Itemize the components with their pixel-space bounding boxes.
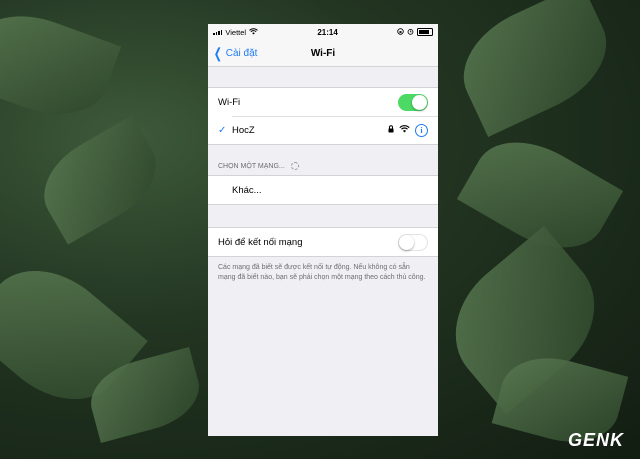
loading-spinner-icon [290, 162, 299, 170]
connected-network-row[interactable]: ✓ HocZ i [208, 116, 438, 144]
rotation-lock-icon [397, 27, 404, 37]
ask-to-join-label: Hỏi để kết nối mạng [218, 236, 303, 248]
wifi-signal-icon [399, 124, 410, 136]
carrier-label: Viettel [225, 27, 247, 37]
wifi-toggle-row: Wi-Fi [208, 88, 438, 116]
status-bar: Viettel 21:14 [208, 24, 438, 40]
network-name: HocZ [232, 124, 255, 136]
ask-to-join-toggle[interactable] [398, 233, 428, 251]
page-title: Wi-Fi [310, 47, 336, 59]
alarm-icon [407, 28, 414, 37]
ask-to-join-row: Hỏi để kết nối mạng [208, 228, 438, 256]
back-button[interactable]: ❮ Cài đặt [212, 40, 258, 66]
watermark-logo: GENK [567, 430, 624, 450]
ask-to-join-group: Hỏi để kết nối mạng [208, 227, 438, 257]
phone-screen: Viettel 21:14 ❮ Cài đặt Wi-Fi Wi-Fi ✓ Ho… [208, 24, 438, 436]
choose-network-header: CHỌN MỘT MẠNG... [208, 145, 438, 175]
other-network-row[interactable]: Khác... [208, 176, 438, 204]
wifi-group: Wi-Fi ✓ HocZ i [208, 87, 438, 145]
navigation-bar: ❮ Cài đặt Wi-Fi [208, 40, 438, 67]
signal-icon [213, 29, 223, 35]
checkmark-icon: ✓ [218, 124, 227, 136]
choose-network-label: CHỌN MỘT MẠNG... [218, 163, 285, 170]
other-network-group: Khác... [208, 175, 438, 205]
lock-icon [388, 124, 394, 136]
wifi-status-icon [249, 27, 258, 37]
battery-icon [417, 28, 433, 36]
wifi-toggle[interactable] [398, 93, 428, 111]
other-network-label: Khác... [232, 184, 262, 196]
info-icon[interactable]: i [415, 123, 428, 137]
chevron-left-icon: ❮ [213, 45, 222, 61]
ask-to-join-description: Các mạng đã biết sẽ được kết nối tự động… [218, 264, 426, 282]
back-label: Cài đặt [225, 47, 258, 59]
wifi-label: Wi-Fi [218, 96, 241, 108]
status-time: 21:14 [317, 27, 338, 37]
